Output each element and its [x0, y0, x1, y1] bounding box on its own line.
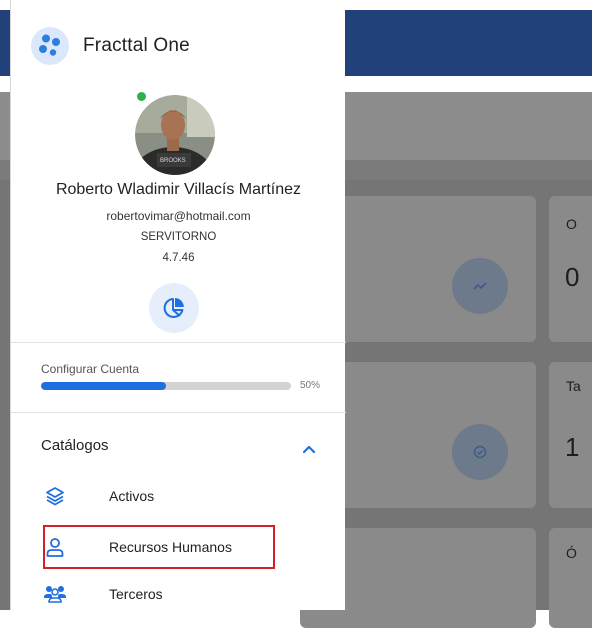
navigation-drawer: Fracttal One BROOKS Roberto Wladimir Vil… — [10, 0, 346, 610]
divider — [11, 412, 346, 413]
layers-icon — [41, 482, 69, 510]
card-title: Ta — [566, 378, 581, 394]
fracttal-logo-icon — [31, 27, 69, 65]
company-name: SERVITORNO — [140, 231, 217, 243]
menu-item-label: Terceros — [109, 586, 163, 602]
card-value: 1 — [565, 432, 580, 462]
menu-item-terceros[interactable]: Terceros — [33, 573, 283, 615]
menu-item-activos[interactable]: Activos — [33, 475, 283, 517]
selection-highlight — [43, 525, 275, 569]
card-title: O — [566, 216, 577, 232]
menu-item-label: Activos — [109, 488, 155, 504]
configure-account-link[interactable]: Configurar Cuenta — [41, 362, 139, 376]
dashboard-button[interactable] — [149, 283, 199, 333]
card-title: Ó — [566, 545, 577, 561]
app-version: 4.7.46 — [162, 252, 195, 264]
card-value: 0 — [565, 262, 580, 292]
account-progress-percent: 50% — [300, 380, 321, 391]
group-icon — [41, 580, 69, 608]
pie-chart-icon — [163, 298, 184, 318]
divider — [11, 342, 346, 343]
user-email: robertovimar@hotmail.com — [106, 209, 251, 223]
check-circle-icon — [452, 424, 508, 480]
catalogs-section-title[interactable]: Catálogos — [41, 437, 109, 454]
dashboard-card — [549, 528, 592, 628]
online-status-indicator — [137, 92, 146, 101]
user-name: Roberto Wladimir Villacís Martínez — [55, 181, 302, 198]
user-avatar[interactable]: BROOKS — [135, 92, 215, 175]
brand-header: Fracttal One — [31, 27, 190, 65]
account-progress-fill — [41, 382, 166, 390]
chevron-up-icon[interactable] — [300, 440, 318, 458]
account-progress-bar — [41, 382, 291, 390]
svg-text:BROOKS: BROOKS — [160, 158, 186, 164]
app-title: Fracttal One — [83, 35, 190, 56]
trending-icon — [452, 258, 508, 314]
user-photo: BROOKS — [135, 95, 215, 175]
